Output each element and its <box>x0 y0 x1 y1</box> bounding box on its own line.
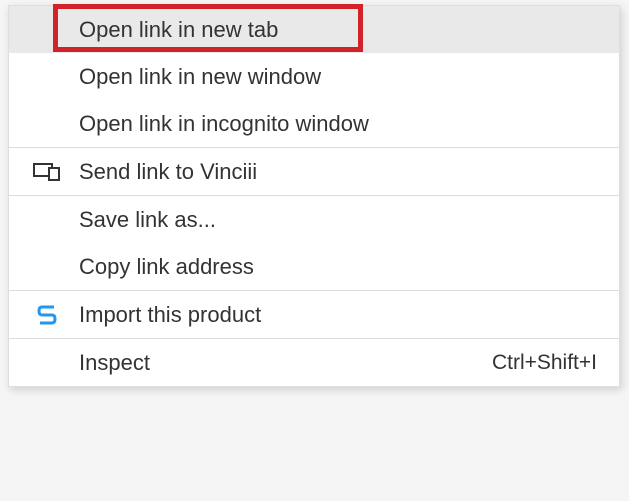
menu-item-open-new-window[interactable]: Open link in new window <box>9 53 619 100</box>
menu-item-label: Save link as... <box>79 207 603 233</box>
menu-item-label: Open link in incognito window <box>79 111 603 137</box>
menu-item-copy-link[interactable]: Copy link address <box>9 243 619 290</box>
menu-item-open-incognito[interactable]: Open link in incognito window <box>9 100 619 147</box>
menu-item-shortcut: Ctrl+Shift+I <box>492 351 597 375</box>
menu-item-send-link[interactable]: Send link to Vinciii <box>9 148 619 195</box>
devices-icon <box>31 161 63 183</box>
context-menu: Open link in new tab Open link in new wi… <box>8 5 620 387</box>
menu-item-label: Import this product <box>79 302 603 328</box>
menu-item-open-new-tab[interactable]: Open link in new tab <box>9 6 619 53</box>
menu-item-label: Inspect <box>79 350 492 376</box>
menu-item-inspect[interactable]: Inspect Ctrl+Shift+I <box>9 339 619 386</box>
s-icon <box>31 304 63 326</box>
menu-item-import-product[interactable]: Import this product <box>9 291 619 338</box>
menu-item-save-link-as[interactable]: Save link as... <box>9 196 619 243</box>
menu-item-label: Copy link address <box>79 254 603 280</box>
menu-item-label: Send link to Vinciii <box>79 159 603 185</box>
menu-item-label: Open link in new window <box>79 64 603 90</box>
menu-item-label: Open link in new tab <box>79 17 603 43</box>
